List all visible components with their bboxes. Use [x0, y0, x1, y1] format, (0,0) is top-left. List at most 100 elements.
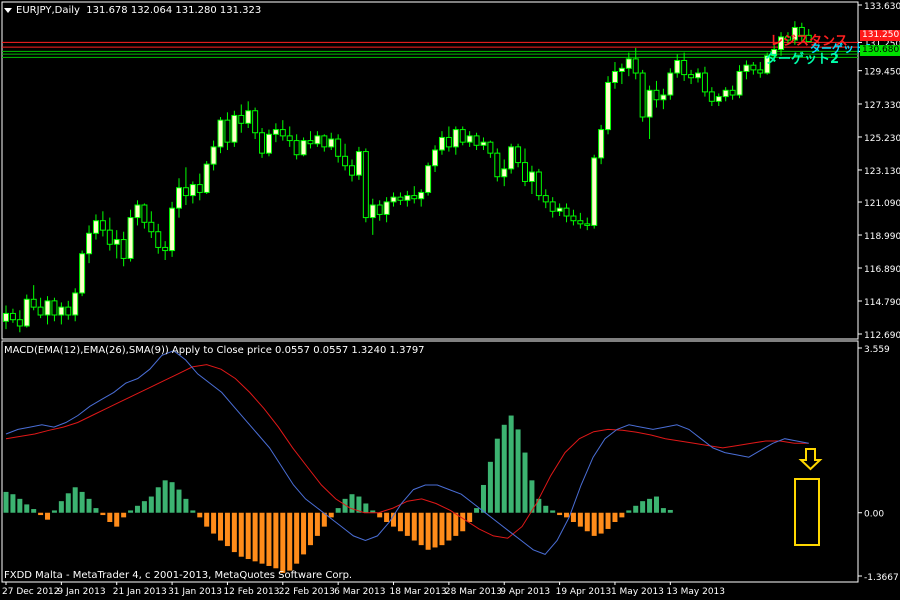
macd-histogram-bar-positive — [31, 509, 37, 513]
macd-histogram-bar-negative — [273, 512, 279, 569]
macd-histogram-bar-negative — [266, 512, 272, 566]
candle-body — [708, 91, 715, 102]
macd-histogram-bar-positive — [24, 504, 30, 513]
macd-histogram-bar-positive — [363, 503, 369, 513]
down-arrow-icon — [798, 448, 823, 471]
macd-histogram-bar-negative — [605, 512, 611, 529]
candle-body — [245, 110, 252, 124]
candle-body — [390, 196, 397, 203]
macd-histogram-bar-negative — [287, 512, 293, 571]
macd-histogram-bar-positive — [501, 424, 507, 513]
macd-histogram-bar-negative — [612, 512, 618, 522]
candle-body — [701, 72, 708, 93]
candle-body — [120, 239, 127, 259]
macd-histogram-bar-negative — [432, 512, 438, 548]
macd-histogram-bar-negative — [564, 512, 570, 518]
candle-body — [681, 59, 688, 76]
macd-histogram-bar-positive — [162, 480, 168, 513]
candle-body — [369, 204, 376, 219]
candle-body — [252, 110, 259, 134]
date-axis-label: 21 Jan 2013 — [113, 587, 167, 597]
macd-histogram-bar-positive — [141, 501, 147, 513]
date-axis-label: 6 Mar 2013 — [334, 587, 385, 597]
macd-histogram-bar-positive — [667, 509, 673, 513]
candle-body — [328, 138, 335, 148]
macd-histogram-bar-positive — [474, 508, 480, 513]
macd-histogram-bar-negative — [314, 512, 320, 536]
candle-body — [127, 217, 134, 259]
macd-histogram-bar-negative — [418, 512, 424, 546]
triangle-down-icon[interactable] — [4, 7, 12, 13]
candle-body — [259, 132, 266, 154]
macd-histogram-bar-negative — [107, 512, 113, 522]
macd-histogram-bar-negative — [38, 512, 44, 516]
candle-body — [522, 162, 528, 182]
candle-body — [196, 184, 203, 193]
macd-histogram-bar-negative — [377, 512, 383, 518]
candle-body — [452, 129, 459, 148]
candle-body — [231, 114, 238, 143]
price-tag-green: 130.680 — [860, 45, 900, 56]
macd-histogram-bar-negative — [252, 512, 258, 562]
candle-body — [667, 72, 674, 96]
macd-histogram-bar-positive — [508, 415, 514, 513]
date-axis-label: 18 Mar 2013 — [390, 587, 447, 597]
highlight-box — [794, 478, 820, 546]
candle-body — [155, 231, 162, 248]
macd-histogram-bar-positive — [169, 482, 175, 513]
macd-histogram-bar-positive — [148, 496, 154, 513]
macd-histogram-bar-positive — [349, 494, 355, 513]
date-axis-label: 22 Feb 2013 — [279, 587, 335, 597]
macd-histogram-bar-positive — [72, 487, 78, 513]
candle-body — [487, 141, 494, 154]
date-axis-label: 28 Mar 2013 — [445, 587, 502, 597]
candle-body — [501, 168, 508, 178]
macd-histogram-bar-positive — [494, 438, 500, 513]
candle-body — [16, 319, 23, 327]
candle-body — [570, 215, 577, 222]
macd-histogram-bar-positive — [550, 510, 556, 513]
macd-histogram-bar-positive — [86, 498, 92, 513]
macd-histogram-bar-negative — [425, 512, 431, 550]
candle-body — [563, 207, 570, 217]
macd-histogram-bar-negative — [307, 512, 313, 546]
chart-canvas[interactable]: 133.630 131.250 130.680 129.450 127.330 125.2… — [0, 0, 900, 600]
macd-histogram-bar-negative — [598, 512, 604, 534]
macd-histogram-bar-negative — [384, 512, 390, 522]
price-axis-label: 114.790 — [864, 298, 900, 308]
candle-body — [65, 306, 72, 316]
candle-body — [425, 165, 432, 193]
candle-body — [99, 220, 106, 231]
candle-body — [674, 59, 681, 74]
macd-histogram-bar-negative — [218, 512, 224, 541]
candle-body — [528, 171, 535, 182]
macd-axis-label: 0.00 — [864, 510, 884, 520]
candle-body — [432, 149, 439, 167]
candle-body — [577, 220, 584, 225]
candle-body — [106, 229, 113, 245]
candle-body — [307, 140, 314, 145]
candle-body — [321, 135, 328, 148]
macd-histogram-bar-negative — [467, 512, 473, 522]
macd-histogram-bar-positive — [480, 484, 486, 513]
copyright-text: FXDD Malta - MetaTrader 4, c 2001-2013, … — [4, 570, 353, 581]
candle-body — [473, 135, 480, 146]
macd-histogram-bar-positive — [660, 508, 666, 513]
candle-body — [148, 221, 155, 233]
macd-histogram-bar-negative — [280, 512, 286, 573]
macd-histogram-bar-positive — [487, 461, 493, 513]
candle-body — [445, 136, 452, 148]
candle-body — [355, 151, 362, 176]
price-axis-label: 127.330 — [864, 101, 900, 111]
candle-body — [549, 201, 556, 212]
candle-body — [695, 72, 701, 79]
candle-body — [438, 136, 445, 151]
macd-histogram-bar-positive — [3, 491, 9, 513]
candle-body — [508, 146, 515, 170]
candle-body — [23, 298, 30, 327]
candle-body — [265, 133, 272, 154]
macd-histogram-bar-positive — [522, 452, 528, 513]
date-axis-label: 13 May 2013 — [666, 587, 725, 597]
macd-histogram-bar-negative — [301, 512, 307, 555]
macd-histogram-bar-positive — [65, 493, 71, 513]
